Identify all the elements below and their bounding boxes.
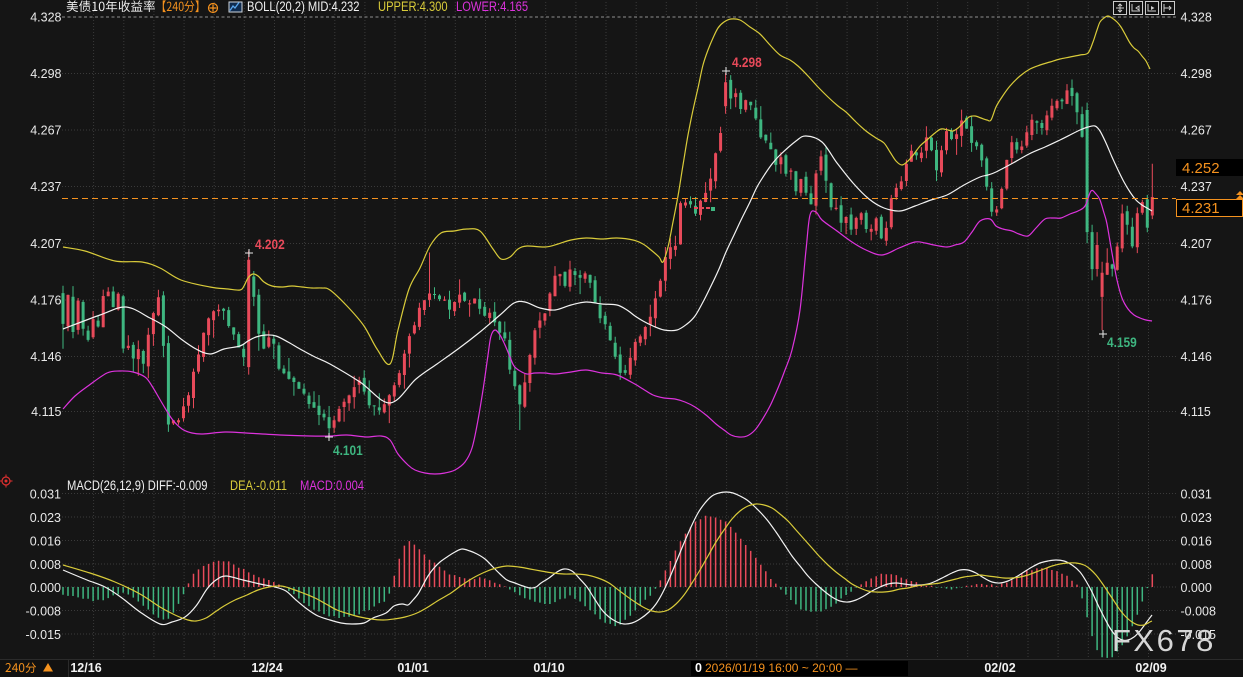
- svg-text:12/24: 12/24: [251, 661, 282, 675]
- svg-text:02/09: 02/09: [1135, 661, 1166, 675]
- svg-text:4.252: 4.252: [1182, 160, 1220, 177]
- svg-text:0.000: 0.000: [30, 581, 61, 595]
- svg-text:0.008: 0.008: [30, 558, 61, 572]
- svg-text:0.031: 0.031: [30, 488, 61, 502]
- svg-text:4.267: 4.267: [1181, 124, 1212, 138]
- svg-text:4.159: 4.159: [1107, 334, 1137, 350]
- svg-text:0.023: 0.023: [30, 511, 61, 525]
- svg-text:0.016: 0.016: [1181, 535, 1212, 549]
- svg-text:LOWER:4.165: LOWER:4.165: [456, 0, 528, 14]
- svg-text:4.328: 4.328: [30, 11, 61, 25]
- svg-text:FX678: FX678: [1112, 623, 1216, 658]
- svg-text:2026/01/19 16:00 ~ 20:00 —: 2026/01/19 16:00 ~ 20:00 —: [705, 661, 857, 675]
- svg-text:4.176: 4.176: [30, 294, 61, 308]
- svg-text:-0.015: -0.015: [26, 628, 61, 642]
- svg-text:4.298: 4.298: [30, 67, 61, 81]
- svg-text:4.176: 4.176: [1181, 294, 1212, 308]
- svg-text:01/10: 01/10: [533, 661, 564, 675]
- svg-text:4.207: 4.207: [1181, 237, 1212, 251]
- svg-text:4.237: 4.237: [1181, 180, 1212, 194]
- svg-text:4.298: 4.298: [732, 54, 762, 70]
- svg-text:BOLL(20,2) MID:4.232: BOLL(20,2) MID:4.232: [247, 0, 360, 14]
- svg-text:4.267: 4.267: [30, 124, 61, 138]
- svg-text:4.207: 4.207: [30, 237, 61, 251]
- svg-text:MACD:0.004: MACD:0.004: [300, 478, 364, 493]
- svg-text:0.008: 0.008: [1181, 558, 1212, 572]
- svg-text:-0.008: -0.008: [1181, 605, 1216, 619]
- svg-text:0: 0: [695, 661, 702, 675]
- svg-text:4.328: 4.328: [1181, 11, 1212, 25]
- svg-text:0.031: 0.031: [1181, 488, 1212, 502]
- svg-text:4.115: 4.115: [31, 405, 61, 419]
- svg-text:4.298: 4.298: [1181, 67, 1212, 81]
- svg-text:4.146: 4.146: [30, 350, 61, 364]
- svg-text:02/02: 02/02: [984, 661, 1015, 675]
- svg-text:4.202: 4.202: [255, 236, 285, 252]
- svg-text:0.023: 0.023: [1181, 511, 1212, 525]
- svg-text:DEA:-0.011: DEA:-0.011: [230, 478, 287, 493]
- svg-text:0.000: 0.000: [1181, 581, 1212, 595]
- svg-text:4.115: 4.115: [1181, 405, 1211, 419]
- svg-text:UPPER:4.300: UPPER:4.300: [378, 0, 448, 14]
- svg-text:4.237: 4.237: [30, 180, 61, 194]
- svg-text:12/16: 12/16: [70, 661, 101, 675]
- svg-text:0.016: 0.016: [30, 535, 61, 549]
- svg-text:01/01: 01/01: [397, 661, 428, 675]
- svg-text:4.101: 4.101: [333, 442, 363, 458]
- svg-text:4.231: 4.231: [1182, 200, 1220, 217]
- svg-text:-0.008: -0.008: [26, 605, 61, 619]
- svg-text:4.146: 4.146: [1181, 350, 1212, 364]
- svg-text:MACD(26,12,9) DIFF:-0.009: MACD(26,12,9) DIFF:-0.009: [67, 478, 207, 493]
